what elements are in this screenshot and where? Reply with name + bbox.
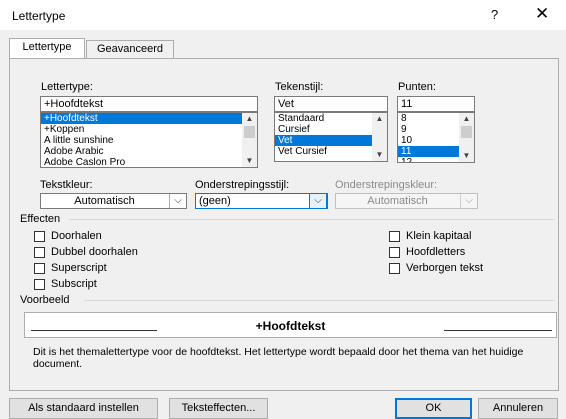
scroll-up-icon[interactable]: ▲: [372, 113, 387, 125]
effect-label[interactable]: Verborgen tekst: [406, 262, 483, 274]
size-label: Punten:: [398, 81, 436, 93]
effect-checkbox[interactable]: [34, 231, 45, 242]
effects-divider: [69, 219, 554, 220]
style-label: Tekenstijl:: [275, 81, 324, 93]
underline-style-dropdown[interactable]: (geen) ⌵: [195, 193, 328, 209]
chevron-down-icon[interactable]: ⌵: [169, 194, 186, 208]
font-color-value: Automatisch: [74, 195, 135, 207]
tab-lettertype[interactable]: Lettertype: [9, 38, 85, 59]
scroll-down-icon[interactable]: ▼: [459, 150, 474, 162]
effect-checkbox[interactable]: [389, 263, 400, 274]
font-list-item[interactable]: Adobe Caslon Pro: [41, 157, 257, 167]
font-list-item[interactable]: A little sunshine: [41, 135, 257, 146]
effect-label[interactable]: Subscript: [51, 278, 97, 290]
effect-label[interactable]: Dubbel doorhalen: [51, 246, 138, 258]
effect-checkbox[interactable]: [34, 247, 45, 258]
font-list-item[interactable]: +Koppen: [41, 124, 257, 135]
chevron-down-icon: ⌵: [460, 194, 477, 208]
scroll-thumb[interactable]: [461, 126, 472, 138]
underline-color-label: Onderstrepingskleur:: [335, 179, 438, 191]
scroll-up-icon[interactable]: ▲: [459, 113, 474, 125]
font-label: Lettertype:: [41, 81, 93, 93]
chevron-down-icon[interactable]: ⌵: [309, 193, 327, 209]
underline-color-value: Automatisch: [367, 195, 428, 207]
font-list-item[interactable]: Adobe Arabic: [41, 146, 257, 157]
scroll-down-icon[interactable]: ▼: [242, 155, 257, 167]
effects-heading: Effecten: [20, 213, 61, 225]
close-button[interactable]: ✕: [535, 4, 549, 24]
style-list-scrollbar[interactable]: ▲ ▼: [372, 113, 387, 161]
help-button[interactable]: ?: [491, 7, 498, 22]
font-color-dropdown[interactable]: Automatisch ⌵: [40, 193, 187, 209]
font-list-scrollbar[interactable]: ▲ ▼: [242, 113, 257, 167]
font-color-label: Tekstkleur:: [40, 179, 93, 191]
scroll-down-icon[interactable]: ▼: [372, 149, 387, 161]
scroll-thumb[interactable]: [244, 126, 255, 138]
effect-checkbox[interactable]: [389, 231, 400, 242]
effect-checkbox[interactable]: [389, 247, 400, 258]
preview-rule-right: [444, 330, 552, 331]
effect-checkbox[interactable]: [34, 279, 45, 290]
font-input[interactable]: +Hoofdtekst: [40, 96, 258, 112]
preview-box: +Hoofdtekst: [24, 312, 557, 338]
size-input[interactable]: 11: [397, 96, 475, 112]
style-list-item[interactable]: Cursief: [275, 124, 387, 135]
style-list-item[interactable]: Vet Cursief: [275, 146, 387, 157]
font-list[interactable]: +Hoofdtekst +Koppen A little sunshine Adobe…: [40, 112, 258, 168]
title-bar: [0, 0, 566, 30]
underline-style-value: (geen): [199, 195, 231, 207]
style-list-item[interactable]: Vet: [275, 135, 387, 146]
effect-label[interactable]: Doorhalen: [51, 230, 102, 242]
preview-description: Dit is het themalettertype voor de hoofd…: [33, 346, 524, 370]
effect-label[interactable]: Hoofdletters: [406, 246, 465, 258]
effect-label[interactable]: Superscript: [51, 262, 107, 274]
set-default-button[interactable]: Als standaard instellen: [9, 398, 158, 419]
underline-style-label: Onderstrepingsstijl:: [195, 179, 290, 191]
preview-heading: Voorbeeld: [20, 294, 70, 306]
preview-divider: [84, 300, 554, 301]
effect-label[interactable]: Klein kapitaal: [406, 230, 471, 242]
style-list-item[interactable]: Standaard: [275, 113, 387, 124]
cancel-button[interactable]: Annuleren: [478, 398, 558, 419]
style-input[interactable]: Vet: [274, 96, 388, 112]
font-list-item[interactable]: +Hoofdtekst: [41, 113, 257, 124]
style-list[interactable]: Standaard Cursief Vet Vet Cursief ▲ ▼: [274, 112, 388, 162]
ok-button[interactable]: OK: [395, 398, 472, 419]
underline-color-dropdown: Automatisch ⌵: [335, 193, 478, 209]
text-effects-button[interactable]: Teksteffecten...: [169, 398, 268, 419]
scroll-up-icon[interactable]: ▲: [242, 113, 257, 125]
tab-geavanceerd[interactable]: Geavanceerd: [86, 40, 174, 58]
size-list-scrollbar[interactable]: ▲ ▼: [459, 113, 474, 162]
size-list[interactable]: 8 9 10 11 12 ▲ ▼: [397, 112, 475, 163]
dialog-title: Lettertype: [12, 9, 66, 23]
effect-checkbox[interactable]: [34, 263, 45, 274]
